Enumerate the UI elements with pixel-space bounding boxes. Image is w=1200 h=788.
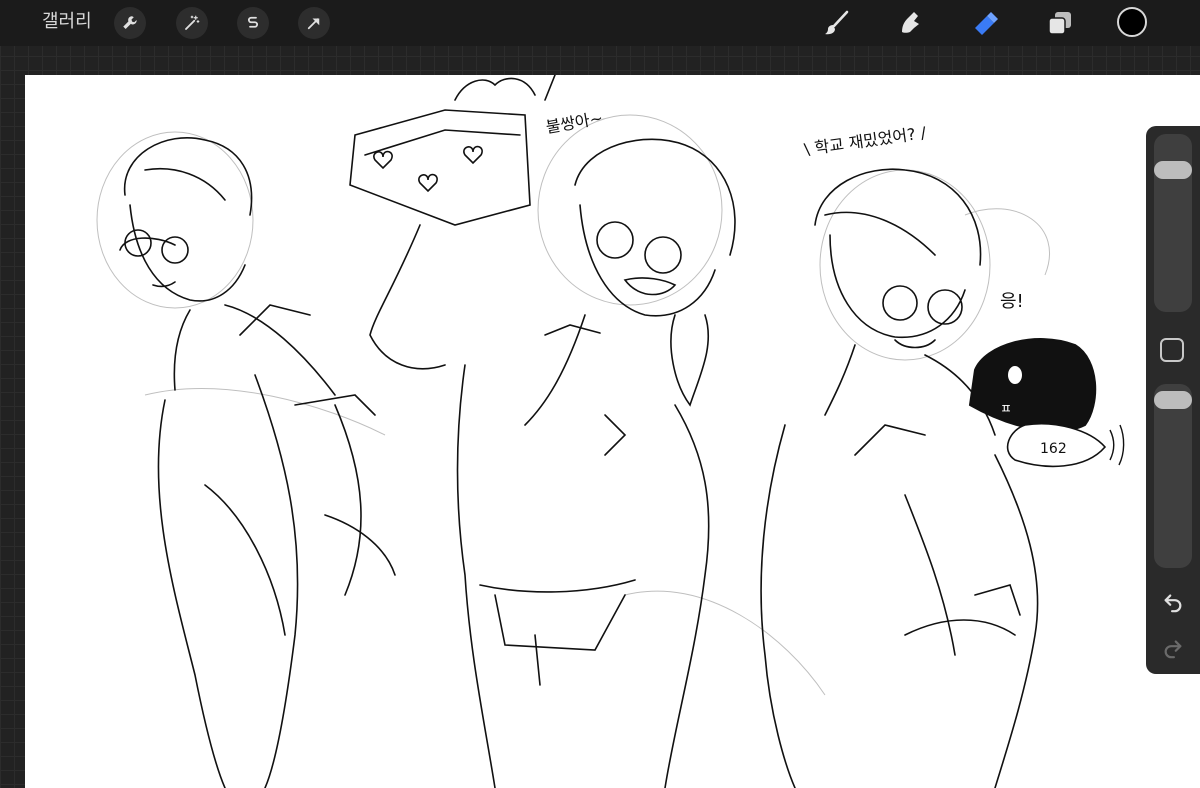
left-figure-sketch <box>119 137 396 788</box>
layers-icon[interactable] <box>1045 8 1075 38</box>
brush-size-thumb[interactable] <box>1154 161 1192 180</box>
right-figure-sketch <box>760 168 1039 788</box>
gallery-button[interactable]: 갤러리 <box>42 11 92 33</box>
selection-button[interactable] <box>237 7 269 39</box>
smudge-icon[interactable] <box>896 8 926 38</box>
selection-s-icon <box>248 16 258 28</box>
redo-icon <box>1164 640 1182 659</box>
color-picker-button[interactable] <box>1117 7 1147 37</box>
opacity-thumb[interactable] <box>1154 390 1192 409</box>
annotation-bubble-label: 162 <box>1040 441 1067 457</box>
annotation-right-speech: 응! <box>1000 291 1024 312</box>
sidebar-panel <box>1146 126 1200 674</box>
redo-button[interactable] <box>1159 634 1187 662</box>
adjustments-button[interactable] <box>176 7 208 39</box>
undo-button[interactable] <box>1159 588 1187 616</box>
wrench-icon <box>123 16 137 29</box>
modify-button[interactable] <box>1160 338 1184 362</box>
top-toolbar: 갤러리 <box>0 0 1200 46</box>
transform-button[interactable] <box>298 7 330 39</box>
opacity-slider[interactable] <box>1154 384 1192 568</box>
actions-button[interactable] <box>114 7 146 39</box>
annotation-right-top: \ 학교 재밌었어? / <box>803 123 928 159</box>
annotation-middle: 불쌍아~ <box>544 108 604 137</box>
eraser-icon[interactable] <box>970 8 1000 38</box>
drawing-canvas[interactable]: 불쌍아~ \ 학교 재밌었어? / 응! ㅍ 162 <box>25 75 1200 788</box>
annotation-box-label: ㅍ <box>1000 402 1012 417</box>
undo-icon <box>1164 594 1182 613</box>
construction-lines <box>96 114 1051 696</box>
brush-icon[interactable] <box>822 8 852 38</box>
magic-wand-icon <box>185 15 200 30</box>
sketch-artwork: 불쌍아~ \ 학교 재밌었어? / 응! ㅍ 162 <box>96 75 1125 788</box>
arrow-cursor-icon <box>307 18 320 30</box>
